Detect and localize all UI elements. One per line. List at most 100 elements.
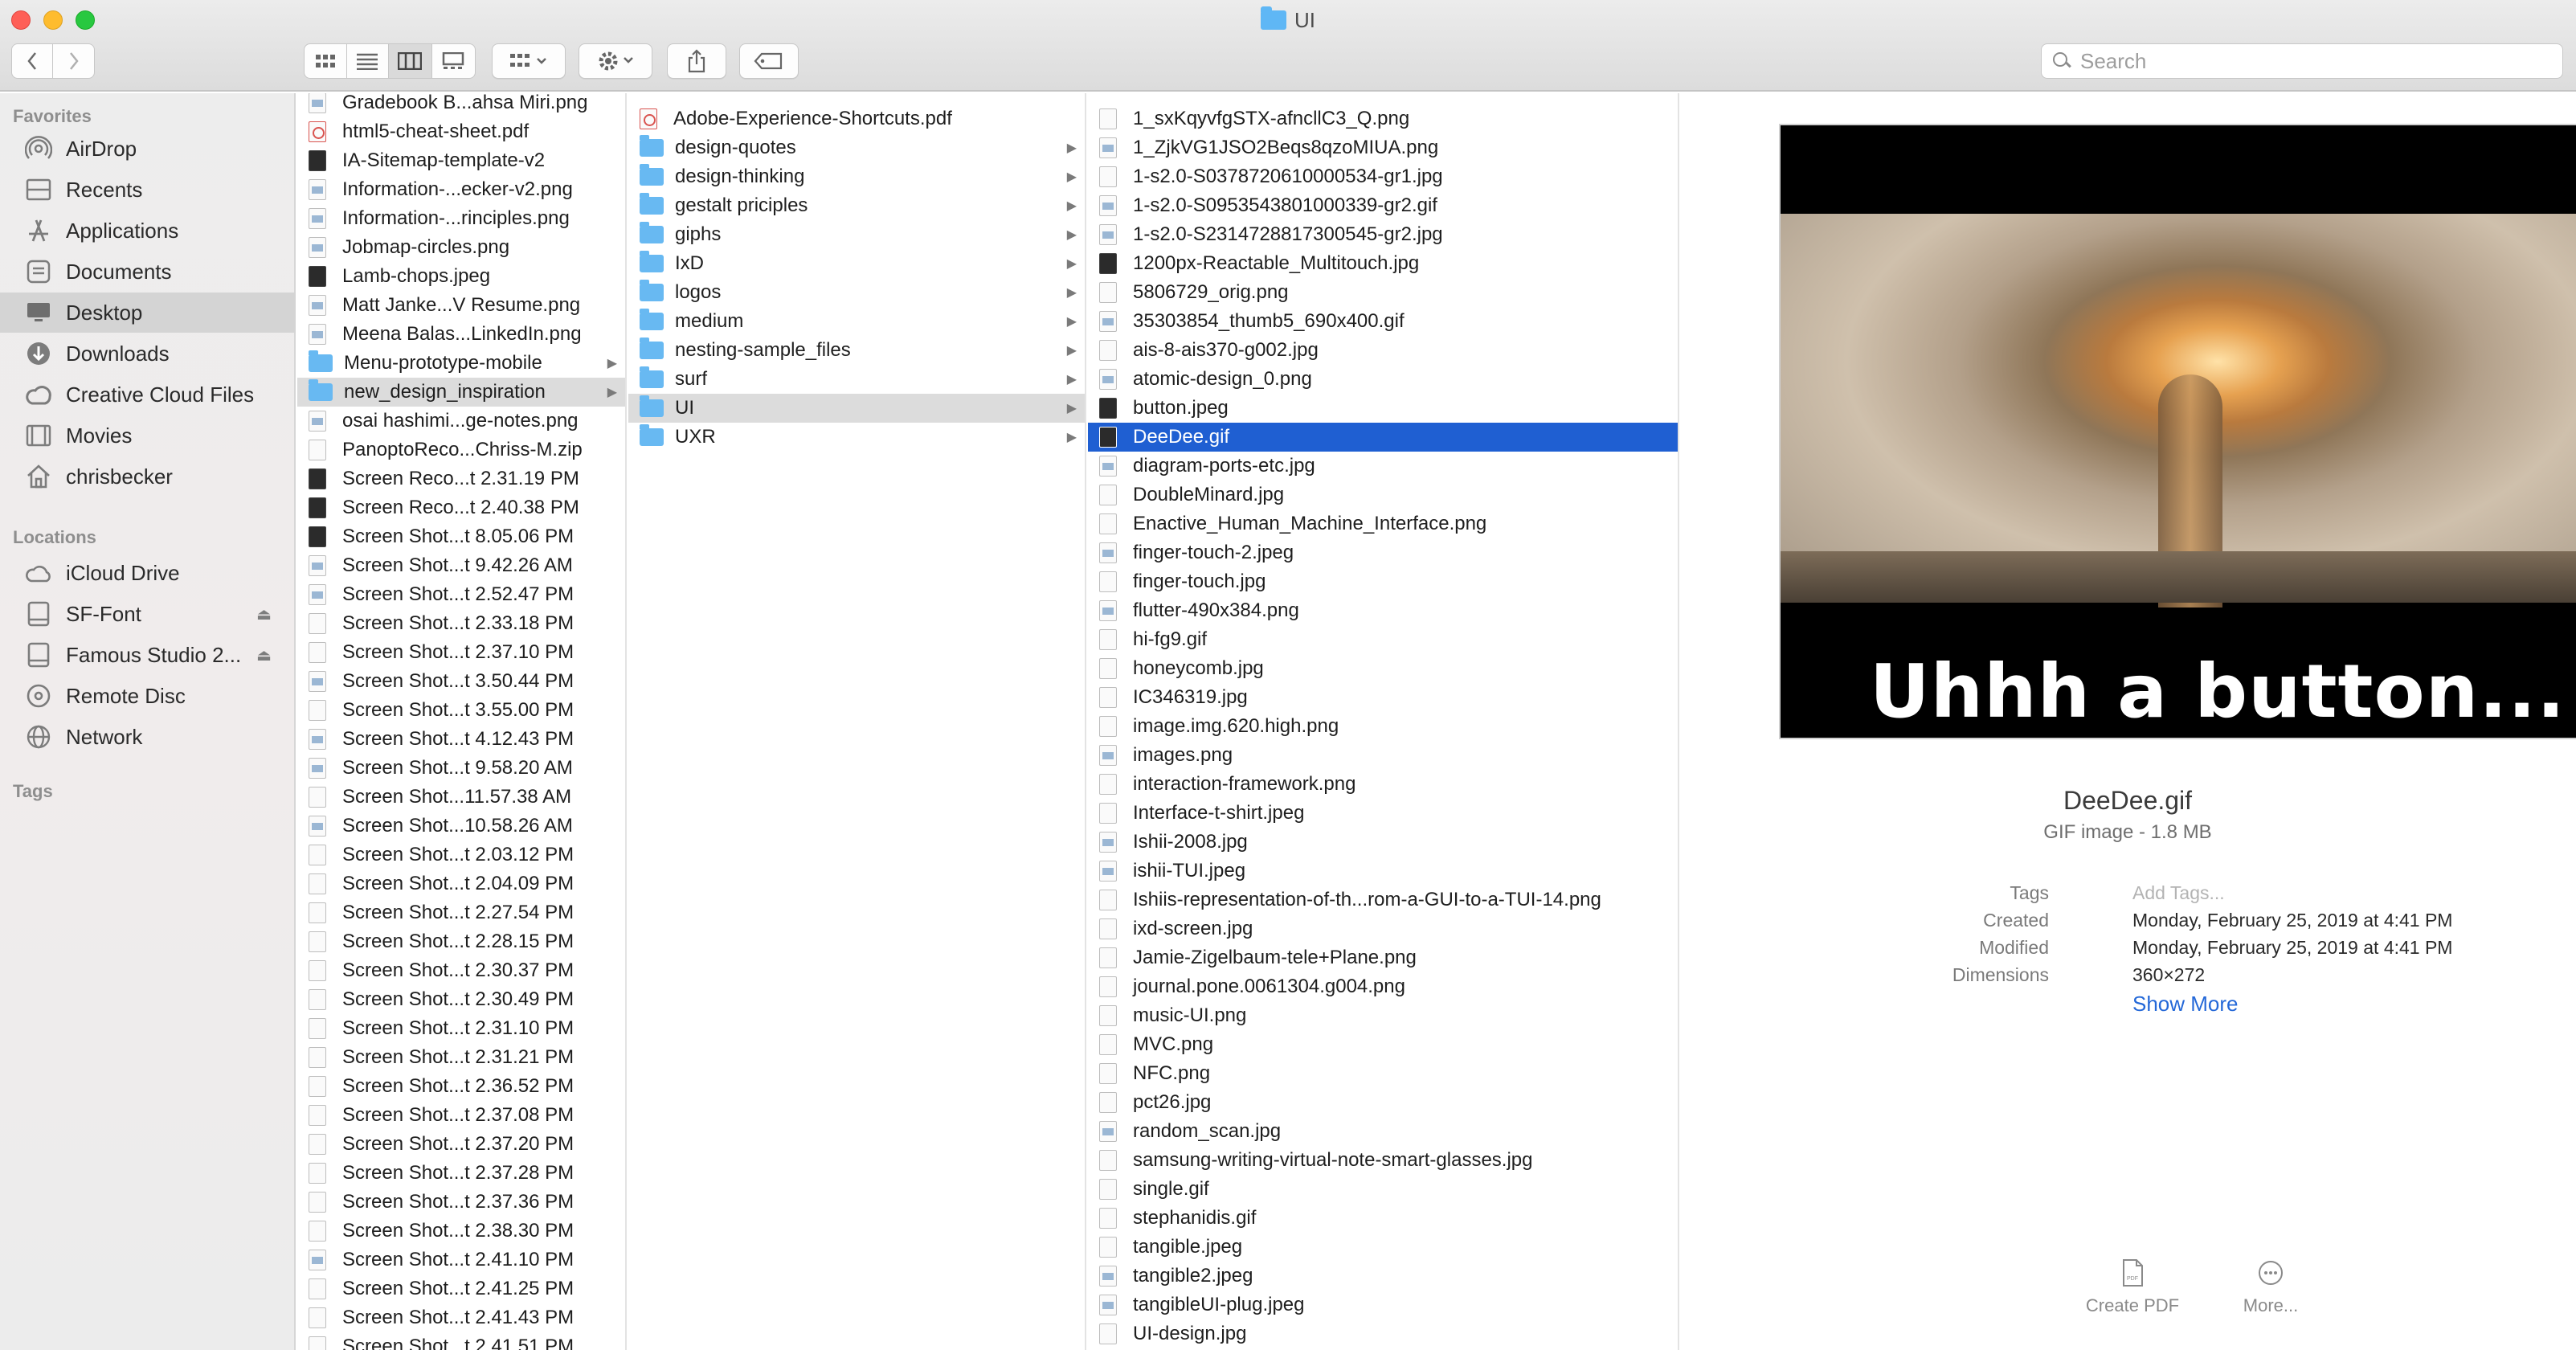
file-row[interactable]: Screen Reco...t 2.40.38 PM <box>297 493 625 522</box>
file-row[interactable]: Screen Shot...t 2.36.52 PM <box>297 1072 625 1101</box>
file-row[interactable]: stephanidis.gif <box>1088 1204 1678 1233</box>
file-row[interactable]: Screen Shot...t 2.04.09 PM <box>297 869 625 898</box>
list-view-button[interactable] <box>347 44 389 78</box>
sidebar-item-remote-disc[interactable]: Remote Disc <box>0 676 296 716</box>
file-row[interactable]: 1-s2.0-S0953543801000339-gr2.gif <box>1088 191 1678 220</box>
forward-button[interactable] <box>53 44 94 78</box>
file-row[interactable]: tangibleUI-plug.jpeg <box>1088 1291 1678 1319</box>
sidebar-item-documents[interactable]: Documents <box>0 252 296 292</box>
file-row[interactable]: Enactive_Human_Machine_Interface.png <box>1088 509 1678 538</box>
folder-row[interactable]: UXR ▶ <box>628 423 1085 452</box>
file-row[interactable]: Screen Shot...t 2.37.20 PM <box>297 1130 625 1159</box>
folder-row[interactable]: UI ▶ <box>628 394 1085 423</box>
file-row[interactable]: Screen Shot...t 2.38.30 PM <box>297 1217 625 1246</box>
folder-row[interactable]: gestalt priciples ▶ <box>628 191 1085 220</box>
file-row[interactable]: Screen Shot...t 2.33.18 PM <box>297 609 625 638</box>
file-row[interactable]: samsung-writing-virtual-note-smart-glass… <box>1088 1146 1678 1175</box>
back-button[interactable] <box>12 44 54 78</box>
file-row[interactable]: Ishii-2008.jpg <box>1088 828 1678 857</box>
file-row[interactable]: 35303854_thumb5_690x400.gif <box>1088 307 1678 336</box>
folder-row[interactable]: medium ▶ <box>628 307 1085 336</box>
folder-row[interactable]: surf ▶ <box>628 365 1085 394</box>
file-row[interactable]: finger-touch-2.jpeg <box>1088 538 1678 567</box>
sidebar-item-applications[interactable]: Applications <box>0 211 296 251</box>
file-row[interactable]: Screen Shot...t 2.27.54 PM <box>297 898 625 927</box>
file-row[interactable]: Lamb-chops.jpeg <box>297 262 625 291</box>
file-row[interactable]: Screen Shot...t 9.58.20 AM <box>297 754 625 783</box>
sidebar-item-desktop[interactable]: Desktop <box>0 292 296 333</box>
sidebar-item-home[interactable]: chrisbecker <box>0 456 296 497</box>
file-row[interactable]: Screen Shot...t 9.42.26 AM <box>297 551 625 580</box>
file-row[interactable]: interaction-framework.png <box>1088 770 1678 799</box>
file-row[interactable]: Screen Shot...t 2.41.25 PM <box>297 1274 625 1303</box>
action-menu-button[interactable] <box>579 43 652 79</box>
folder-row[interactable]: new_design_inspiration ▶ <box>297 378 625 407</box>
file-row[interactable]: atomic-design_0.png <box>1088 365 1678 394</box>
file-row[interactable]: Adobe-Experience-Shortcuts.pdf <box>628 104 1085 133</box>
sidebar-item-movies[interactable]: Movies <box>0 415 296 456</box>
file-row[interactable]: honeycomb.jpg <box>1088 654 1678 683</box>
file-row[interactable]: Screen Shot...t 4.12.43 PM <box>297 725 625 754</box>
file-row[interactable]: Screen Shot...t 2.37.08 PM <box>297 1101 625 1130</box>
folder-row[interactable]: giphs ▶ <box>628 220 1085 249</box>
file-row[interactable]: PanoptoReco...Chriss-M.zip <box>297 436 625 464</box>
file-row[interactable]: tangible.jpeg <box>1088 1233 1678 1262</box>
file-row[interactable]: IA-Sitemap-template-v2 <box>297 146 625 175</box>
file-row[interactable]: Jobmap-circles.png <box>297 233 625 262</box>
file-row[interactable]: Interface-t-shirt.jpeg <box>1088 799 1678 828</box>
file-row[interactable]: Screen Reco...t 2.31.19 PM <box>297 464 625 493</box>
eject-icon[interactable]: ⏏ <box>256 645 272 665</box>
file-row[interactable]: Screen Shot...t 2.31.21 PM <box>297 1043 625 1072</box>
file-row[interactable]: Screen Shot...t 2.37.36 PM <box>297 1188 625 1217</box>
file-row[interactable]: Information-...ecker-v2.png <box>297 175 625 204</box>
folder-row[interactable]: nesting-sample_files ▶ <box>628 336 1085 365</box>
file-row[interactable]: single.gif <box>1088 1175 1678 1204</box>
file-row[interactable]: Screen Shot...11.57.38 AM <box>297 783 625 812</box>
edit-tags-button[interactable] <box>739 43 799 79</box>
share-button[interactable] <box>667 43 726 79</box>
file-row[interactable]: hi-fg9.gif <box>1088 625 1678 654</box>
column-view-button[interactable] <box>389 44 432 78</box>
file-row[interactable]: Matt Janke...V Resume.png <box>297 291 625 320</box>
file-row[interactable]: image.img.620.high.png <box>1088 712 1678 741</box>
file-row[interactable]: osai hashimi...ge-notes.png <box>297 407 625 436</box>
file-row[interactable]: Screen Shot...t 2.30.49 PM <box>297 985 625 1014</box>
sidebar-item-creative-cloud[interactable]: Creative Cloud Files <box>0 374 296 415</box>
file-row[interactable]: Screen Shot...t 2.37.28 PM <box>297 1159 625 1188</box>
file-row[interactable]: ais-8-ais370-g002.jpg <box>1088 336 1678 365</box>
sidebar-item-airdrop[interactable]: AirDrop <box>0 129 296 169</box>
file-row[interactable]: UI-design.jpg <box>1088 1319 1678 1348</box>
folder-row[interactable]: design-thinking ▶ <box>628 162 1085 191</box>
file-row[interactable]: MVC.png <box>1088 1030 1678 1059</box>
show-more-link[interactable]: Show More <box>2132 992 2239 1017</box>
file-row[interactable]: Meena Balas...LinkedIn.png <box>297 320 625 349</box>
file-row[interactable]: Information-...rinciples.png <box>297 204 625 233</box>
search-field[interactable] <box>2041 43 2563 79</box>
file-row[interactable]: Screen Shot...10.58.26 AM <box>297 812 625 841</box>
icon-view-button[interactable] <box>305 44 347 78</box>
folder-row[interactable]: Menu-prototype-mobile ▶ <box>297 349 625 378</box>
folder-row[interactable]: IxD ▶ <box>628 249 1085 278</box>
file-row[interactable]: images.png <box>1088 741 1678 770</box>
file-row[interactable]: music-UI.png <box>1088 1001 1678 1030</box>
file-row[interactable]: Screen Shot...t 2.03.12 PM <box>297 841 625 869</box>
folder-row[interactable]: design-quotes ▶ <box>628 133 1085 162</box>
sidebar-item-icloud-drive[interactable]: iCloud Drive <box>0 553 296 593</box>
sidebar-item-famous-studio[interactable]: Famous Studio 2... ⏏ <box>0 635 296 675</box>
file-row[interactable]: flutter-490x384.png <box>1088 596 1678 625</box>
eject-icon[interactable]: ⏏ <box>256 604 272 624</box>
sidebar-item-downloads[interactable]: Downloads <box>0 333 296 374</box>
file-row[interactable]: Screen Shot...t 2.31.10 PM <box>297 1014 625 1043</box>
file-row[interactable]: random_scan.jpg <box>1088 1117 1678 1146</box>
sidebar-item-sf-font[interactable]: SF-Font ⏏ <box>0 594 296 634</box>
file-row[interactable]: Jamie-Zigelbaum-tele+Plane.png <box>1088 943 1678 972</box>
file-row[interactable]: finger-touch.jpg <box>1088 567 1678 596</box>
folder-row[interactable]: logos ▶ <box>628 278 1085 307</box>
file-row[interactable]: Gradebook B...ahsa Miri.png <box>297 93 625 117</box>
gallery-view-button[interactable] <box>432 44 475 78</box>
file-row[interactable]: Screen Shot...t 2.28.15 PM <box>297 927 625 956</box>
file-row[interactable]: diagram-ports-etc.jpg <box>1088 452 1678 481</box>
file-row[interactable]: 1-s2.0-S2314728817300545-gr2.jpg <box>1088 220 1678 249</box>
file-row[interactable]: pct26.jpg <box>1088 1088 1678 1117</box>
group-by-button[interactable] <box>492 43 566 79</box>
